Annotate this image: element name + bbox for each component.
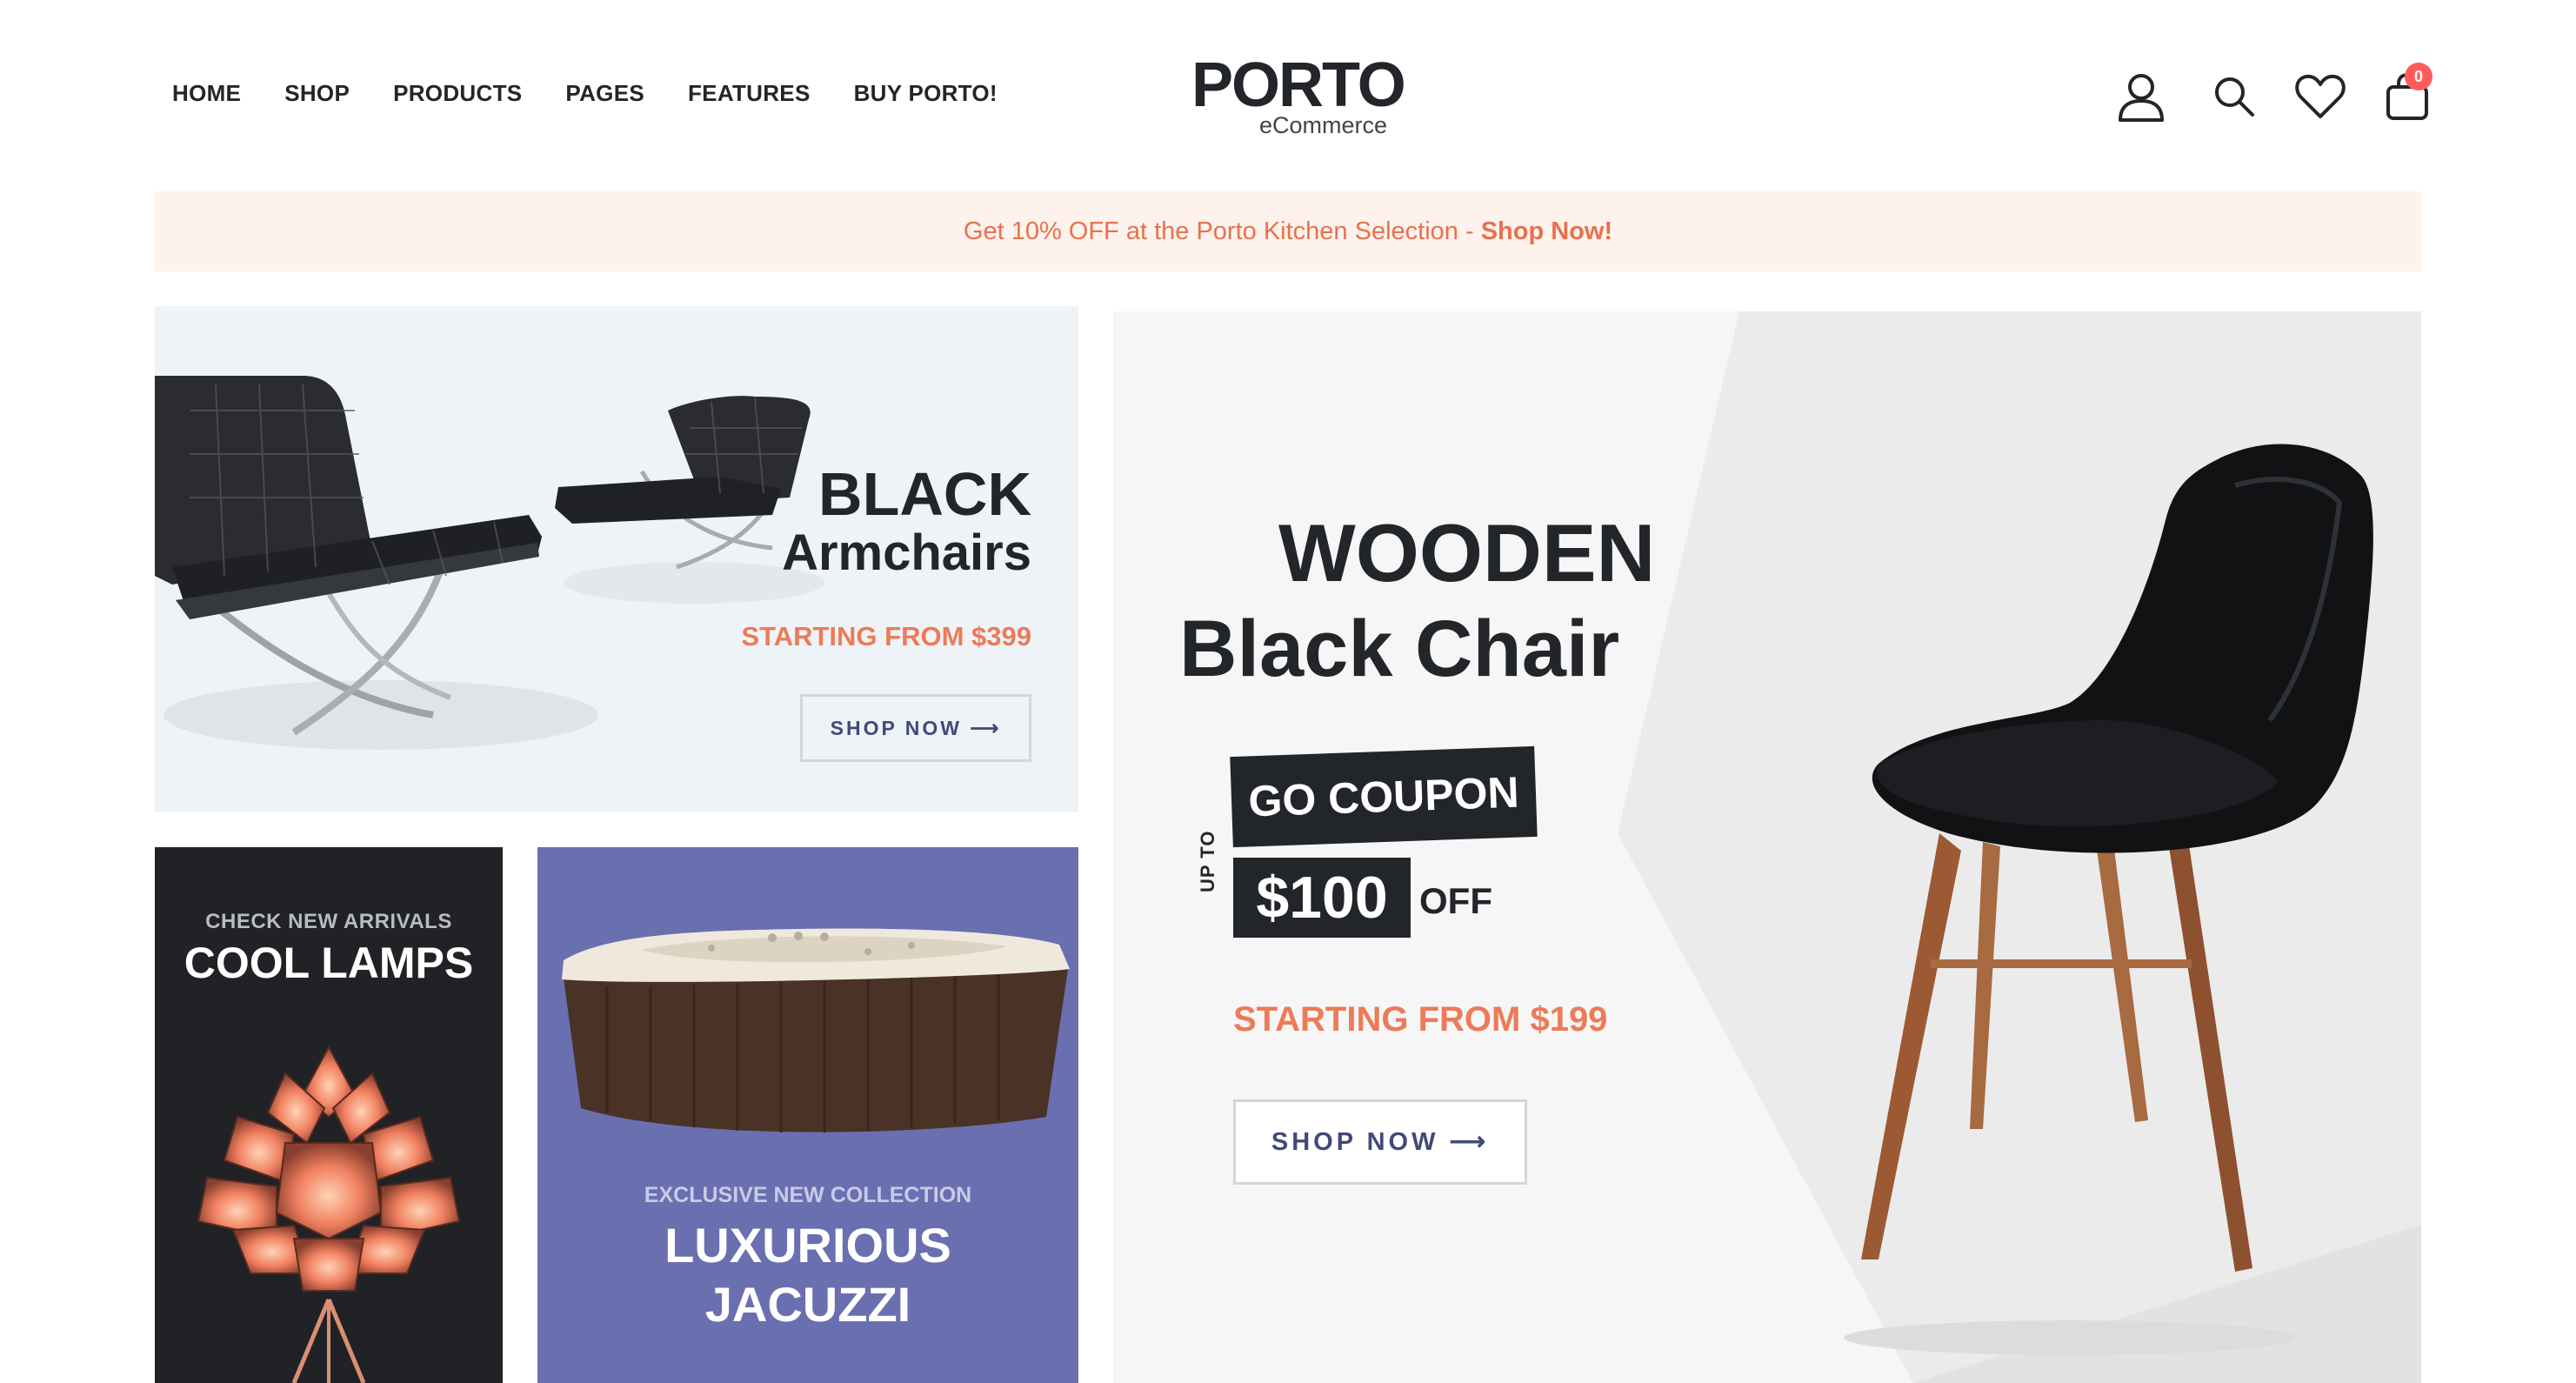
lamp-image	[197, 1045, 461, 1383]
user-icon[interactable]	[2113, 68, 2169, 124]
banner-black-armchairs[interactable]: BLACK Armchairs STARTING FROM $399 SHOP …	[155, 306, 1078, 812]
nav-products[interactable]: PRODUCTS	[393, 80, 522, 107]
jacuzzi-title-line2: JACUZZI	[704, 1277, 911, 1332]
promo-shop-now-link[interactable]: Shop Now!	[1481, 217, 1612, 245]
nav-pages[interactable]: PAGES	[565, 80, 644, 107]
site-header: HOME SHOP PRODUCTS PAGES FEATURES BUY PO…	[0, 0, 2576, 183]
arrow-right-icon: ⟶	[1438, 1128, 1490, 1156]
logo-wordmark: PORTO	[1191, 50, 1406, 120]
go-coupon-badge: GO COUPON	[1230, 745, 1538, 848]
chair-title-line1: WOODEN	[1278, 507, 1656, 598]
main-nav: HOME SHOP PRODUCTS PAGES FEATURES BUY PO…	[172, 80, 998, 107]
armchairs-title-line2: Armchairs	[782, 524, 1031, 581]
jacuzzi-title-line1: LUXURIOUS	[664, 1218, 951, 1273]
coupon-amount: $100	[1233, 858, 1411, 938]
armchairs-title-line1: BLACK	[818, 460, 1031, 528]
promo-bar: Get 10% OFF at the Porto Kitchen Selecti…	[155, 191, 2421, 271]
search-icon[interactable]	[2206, 68, 2261, 124]
nav-home[interactable]: HOME	[172, 80, 241, 107]
armchairs-shop-now-label: SHOP NOW	[830, 717, 962, 739]
promo-text: Get 10% OFF at the Porto Kitchen Selecti…	[963, 217, 1481, 245]
lamps-title: COOL LAMPS	[184, 939, 474, 987]
jacuzzi-subtitle: EXCLUSIVE NEW COLLECTION	[644, 1183, 972, 1207]
off-label: OFF	[1419, 880, 1492, 921]
jacuzzi-title: LUXURIOUS JACUZZI	[537, 1216, 1078, 1334]
heart-icon[interactable]	[2292, 68, 2348, 124]
nav-shop[interactable]: SHOP	[284, 80, 350, 107]
logo-subtitle: eCommerce	[1259, 112, 1388, 138]
cart-count-badge: 0	[2405, 63, 2433, 90]
arrow-right-icon: ⟶	[962, 717, 1002, 739]
chair-shop-now-button[interactable]: SHOP NOW ⟶	[1233, 1099, 1527, 1185]
chair-title-line2: Black Chair	[1179, 605, 1620, 693]
chair-price: STARTING FROM $199	[1233, 1000, 1608, 1039]
banner-cool-lamps[interactable]: CHECK NEW ARRIVALS COOL LAMPS	[155, 847, 503, 1383]
nav-buy-porto[interactable]: BUY PORTO!	[854, 80, 998, 107]
nav-features[interactable]: FEATURES	[688, 80, 811, 107]
banner-wooden-black-chair[interactable]: WOODEN Black Chair GO COUPON UP TO $100 …	[1113, 311, 2421, 1383]
armchairs-shop-now-button[interactable]: SHOP NOW ⟶	[800, 694, 1031, 762]
header-icons	[2103, 68, 2433, 129]
chair-shop-now-label: SHOP NOW	[1271, 1128, 1439, 1156]
armchairs-price: STARTING FROM $399	[741, 621, 1031, 651]
wooden-chair-image	[1618, 311, 2421, 1383]
jacuzzi-image	[562, 928, 1070, 1132]
site-logo[interactable]: PORTO eCommerce	[1191, 50, 1409, 146]
lamps-subtitle: CHECK NEW ARRIVALS	[205, 910, 452, 933]
banner-luxurious-jacuzzi[interactable]: EXCLUSIVE NEW COLLECTION LUXURIOUS JACUZ…	[537, 847, 1078, 1383]
up-to-label: UP TO	[1197, 830, 1218, 892]
